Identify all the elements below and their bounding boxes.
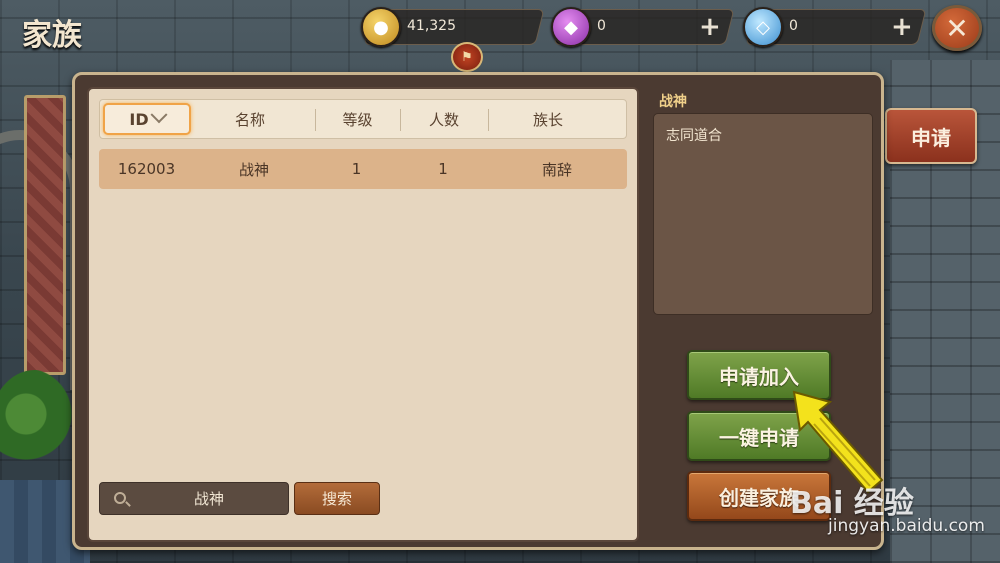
gem-value: 0	[597, 18, 606, 34]
sort-by-id-button[interactable]: ID	[103, 103, 191, 135]
column-members-header: 人数	[428, 110, 459, 129]
family-description: 志同道合	[666, 128, 722, 144]
resource-gold: ● 41,325	[361, 7, 545, 47]
row-name: 战神	[238, 160, 269, 179]
background-banner	[24, 95, 66, 375]
column-id-label: ID	[129, 109, 149, 129]
column-name-header: 名称	[234, 110, 265, 129]
search-value: 战神	[193, 490, 224, 508]
family-description-box: 志同道合	[653, 113, 873, 315]
close-button[interactable]: ✕	[932, 5, 982, 51]
row-id: 162003	[117, 160, 176, 178]
gold-coin-icon: ●	[361, 7, 401, 47]
column-level-header: 等级	[342, 110, 373, 129]
row-leader: 南辞	[541, 160, 572, 179]
family-panel: ID 名称 等级 人数 族长 162003 战神 1 1 南辞 战神 搜索 战神…	[72, 72, 884, 550]
row-level: 1	[351, 160, 362, 178]
family-list-area: ID 名称 等级 人数 族长 162003 战神 1 1 南辞 战神 搜索	[87, 87, 639, 542]
resource-gem: ◆ 0 +	[551, 7, 735, 47]
chevron-down-icon	[150, 106, 168, 124]
baidu-watermark: Bai 经验 jingyan.baidu.com	[790, 478, 990, 558]
search-button[interactable]: 搜索	[294, 482, 380, 515]
diamond-icon: ◇	[743, 7, 783, 47]
column-leader-header: 族长	[532, 110, 563, 129]
watermark-url: jingyan.baidu.com	[828, 516, 985, 536]
page-title: 家族	[22, 18, 82, 53]
add-diamond-button[interactable]: +	[891, 12, 913, 42]
gold-value: 41,325	[407, 18, 456, 34]
table-row[interactable]: 162003 战神 1 1 南辞	[99, 149, 627, 189]
search-icon	[114, 492, 126, 504]
diamond-value: 0	[789, 18, 798, 34]
add-gem-button[interactable]: +	[699, 12, 721, 42]
row-members: 1	[438, 160, 448, 178]
close-icon: ✕	[945, 11, 969, 45]
apply-tab-button[interactable]: 申请	[885, 108, 977, 164]
resource-diamond: ◇ 0 +	[743, 7, 927, 47]
family-flag-icon[interactable]: ⚑	[451, 42, 483, 72]
selected-family-name: 战神	[659, 94, 687, 110]
table-header: ID 名称 等级 人数 族长	[99, 99, 627, 139]
search-input[interactable]: 战神	[99, 482, 289, 515]
purple-gem-icon: ◆	[551, 7, 591, 47]
